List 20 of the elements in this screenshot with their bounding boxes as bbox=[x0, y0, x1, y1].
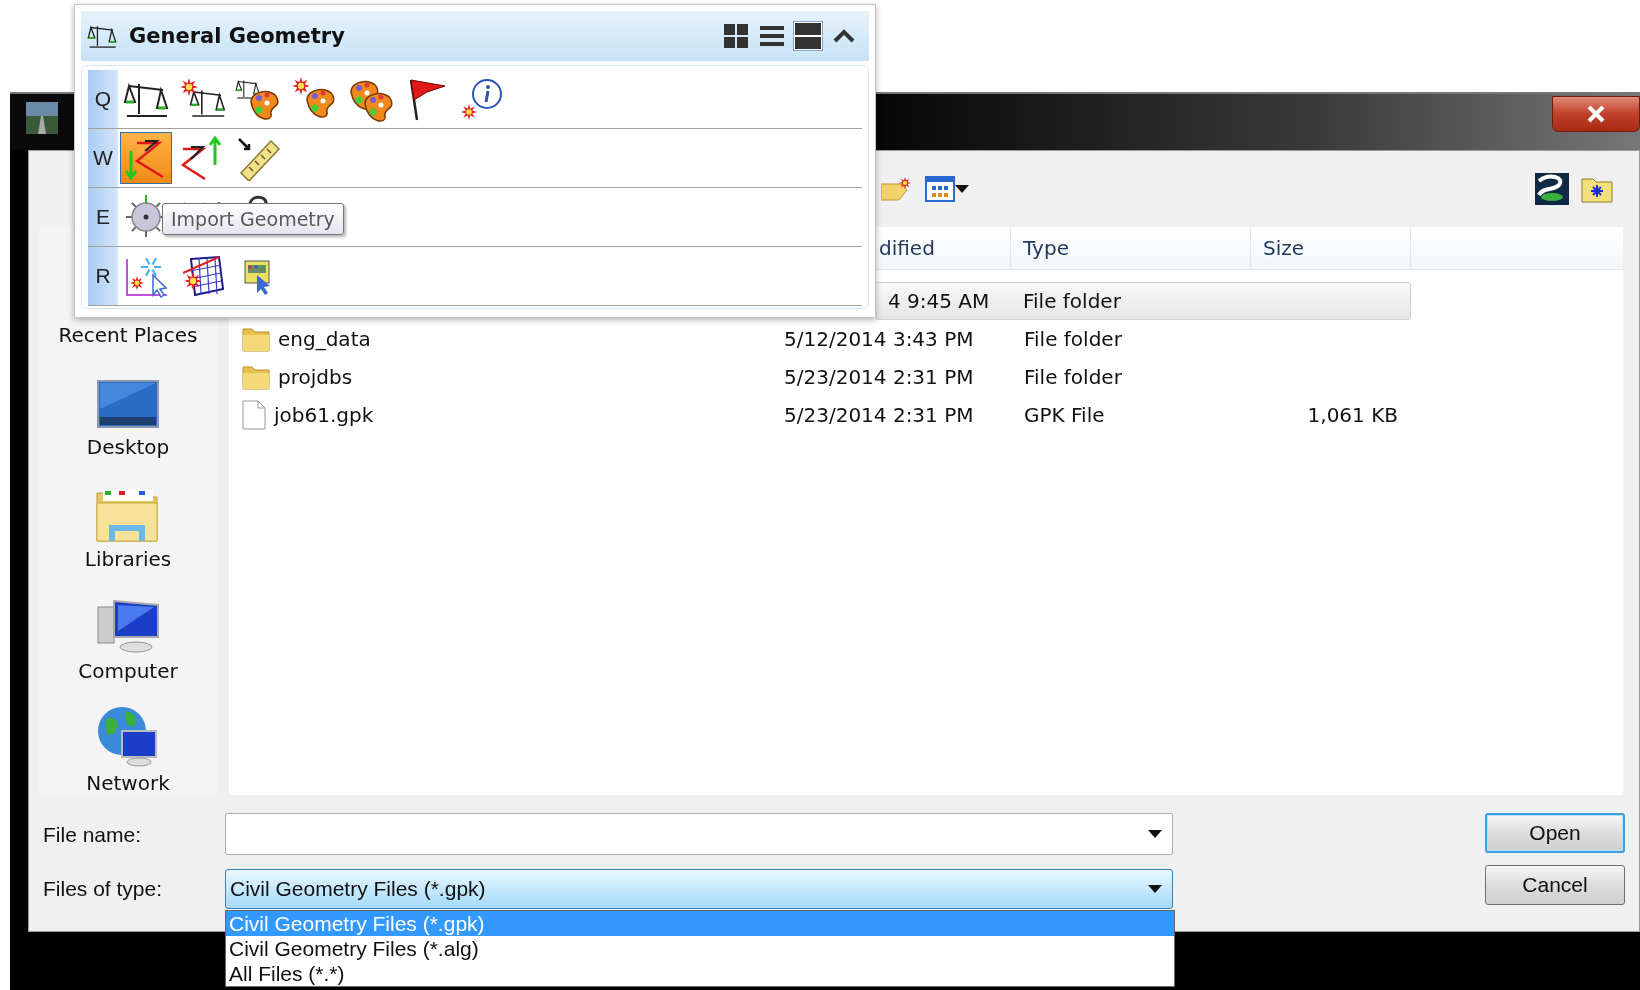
row-key-label: R bbox=[88, 247, 118, 305]
row-key-label: Q bbox=[88, 70, 118, 128]
file-type-label: Files of type: bbox=[43, 877, 164, 901]
row-key-label: W bbox=[88, 129, 118, 187]
file-name: projdbs bbox=[278, 365, 353, 389]
date-cell: 5/12/2014 3:43 PM bbox=[784, 327, 974, 351]
file-name: job61.gpk bbox=[274, 403, 374, 427]
tooltip: Import Geometry bbox=[162, 203, 344, 235]
type-cell: File folder bbox=[1024, 365, 1122, 389]
size-cell: 1,061 KB bbox=[1307, 403, 1398, 427]
type-cell: File folder bbox=[1024, 327, 1122, 351]
file-name: eng_data bbox=[278, 327, 371, 351]
panel-title: General Geometry bbox=[129, 24, 345, 48]
type-cell: File folder bbox=[1023, 289, 1121, 313]
date-cell: 5/23/2014 2:31 PM bbox=[784, 365, 974, 389]
row-key-label: E bbox=[88, 188, 118, 246]
type-cell: GPK File bbox=[1024, 403, 1105, 427]
file-name-label: File name: bbox=[43, 823, 143, 847]
date-cell: 4 9:45 AM bbox=[888, 289, 990, 313]
date-cell: 5/23/2014 2:31 PM bbox=[784, 403, 974, 427]
